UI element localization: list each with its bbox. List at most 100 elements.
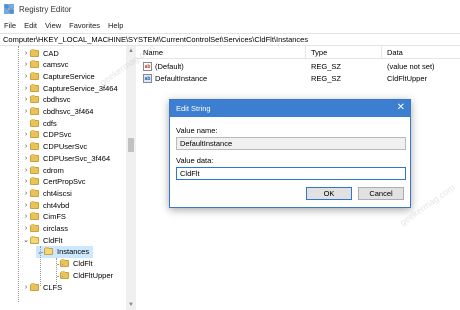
folder-icon: [30, 165, 39, 174]
tree-item[interactable]: › CDPUserSvc_3f464: [22, 152, 110, 164]
registry-editor-icon: [4, 4, 14, 14]
dialog-title: Edit String: [176, 104, 211, 113]
chevron-right-icon[interactable]: ›: [22, 108, 30, 115]
menu-help[interactable]: Help: [108, 21, 123, 30]
address-bar[interactable]: Computer\HKEY_LOCAL_MACHINE\SYSTEM\Curre…: [0, 33, 460, 46]
menu-edit[interactable]: Edit: [24, 21, 37, 30]
tree-pane[interactable]: › CAD › camsvc › CaptureService › CaptureServic…: [0, 46, 136, 310]
string-value-icon: ab: [143, 74, 152, 83]
cancel-button[interactable]: Cancel: [358, 187, 404, 200]
chevron-right-icon[interactable]: ›: [22, 213, 30, 220]
chevron-right-icon[interactable]: ›: [22, 190, 30, 197]
folder-icon: [30, 142, 39, 151]
scroll-down-icon[interactable]: ▼: [128, 302, 134, 308]
menu-favorites[interactable]: Favorites: [69, 21, 100, 30]
ok-button[interactable]: OK: [306, 187, 352, 200]
tree-item[interactable]: › CertPropSvc: [22, 176, 86, 188]
column-type[interactable]: Type: [311, 48, 327, 57]
value-type: REG_SZ: [311, 74, 342, 83]
tree-scrollbar[interactable]: ▲ ▼: [126, 46, 136, 310]
chevron-right-icon[interactable]: ›: [22, 131, 30, 138]
list-row[interactable]: ab DefaultInstance REG_SZ CldFltUpper: [137, 72, 460, 84]
address-path[interactable]: Computer\HKEY_LOCAL_MACHINE\SYSTEM\Curre…: [3, 35, 308, 44]
folder-icon: [30, 118, 39, 127]
tree-item-label: CDPSvc: [43, 130, 72, 140]
folder-icon: [30, 153, 39, 162]
edit-string-dialog: Edit String ✕ Value name: DefaultInstanc…: [169, 99, 411, 208]
column-data[interactable]: Data: [387, 48, 403, 57]
menu-view[interactable]: View: [45, 21, 61, 30]
tree-item[interactable]: › camsvc: [22, 59, 68, 71]
scroll-up-icon[interactable]: ▲: [128, 48, 134, 54]
tree-item[interactable]: › cht4vbd: [22, 199, 69, 211]
chevron-right-icon[interactable]: ›: [22, 225, 30, 232]
chevron-right-icon[interactable]: ›: [22, 167, 30, 174]
list-row[interactable]: ab (Default) REG_SZ (value not set): [137, 60, 460, 72]
title-bar: Registry Editor: [0, 0, 460, 18]
folder-icon: [30, 235, 39, 244]
column-name[interactable]: Name: [143, 48, 163, 57]
dialog-title-bar[interactable]: Edit String: [170, 100, 410, 117]
window-title: Registry Editor: [19, 4, 72, 14]
list-header: Name Type Data: [137, 46, 460, 59]
column-divider[interactable]: [381, 46, 382, 59]
tree-item[interactable]: › cdrom: [22, 164, 64, 176]
tree-item[interactable]: ⌄ CldFlt: [22, 234, 63, 246]
value-data: CldFltUpper: [387, 74, 428, 83]
scroll-thumb[interactable]: [128, 138, 134, 152]
chevron-right-icon[interactable]: ›: [22, 61, 30, 68]
tree-item-label: CLFS: [43, 282, 63, 292]
tree-item-label: cbdhsvc_3f464: [43, 107, 94, 116]
folder-icon: [30, 95, 39, 104]
tree-item-label: cht4vbd: [43, 200, 70, 210]
tree-connector-line: [57, 276, 63, 277]
value-data-field[interactable]: CldFlt: [176, 167, 406, 180]
menu-file[interactable]: File: [4, 21, 16, 30]
tree-item[interactable]: › cbdhsvc: [22, 94, 71, 106]
close-icon[interactable]: ✕: [397, 102, 405, 114]
chevron-right-icon[interactable]: ›: [22, 50, 30, 57]
folder-icon: [30, 60, 39, 69]
tree-item-label: CldFlt: [43, 235, 63, 245]
tree-item-label: CldFltUpper: [73, 270, 114, 280]
tree-item[interactable]: cdfs: [22, 117, 57, 129]
tree-item-label: CertPropSvc: [43, 177, 86, 187]
chevron-right-icon[interactable]: ›: [22, 202, 30, 209]
value-name: (Default): [155, 62, 184, 71]
folder-icon: [30, 71, 39, 80]
tree-item-label: cht4iscsi: [43, 188, 72, 198]
chevron-down-icon[interactable]: ⌄: [22, 236, 30, 244]
chevron-right-icon[interactable]: ›: [22, 284, 30, 291]
tree-item-label: CldFlt: [73, 259, 93, 269]
tree-item-label: CaptureService_3f464: [43, 83, 118, 93]
value-data-label: Value data:: [176, 156, 214, 165]
tree-item[interactable]: › CimFS: [22, 211, 66, 223]
value-name: DefaultInstance: [155, 74, 208, 83]
tree-item-label: CDPUserSvc_3f464: [43, 153, 111, 163]
tree-item[interactable]: › CAD: [22, 47, 59, 59]
tree-item[interactable]: › CaptureService: [22, 70, 95, 82]
chevron-right-icon[interactable]: ›: [22, 178, 30, 185]
value-data-text[interactable]: CldFlt: [180, 169, 200, 178]
chevron-right-icon[interactable]: ›: [22, 85, 30, 92]
chevron-right-icon[interactable]: ›: [22, 73, 30, 80]
tree-item[interactable]: › CDPUserSvc: [22, 141, 87, 153]
tree-item[interactable]: › CaptureService_3f464: [22, 82, 118, 94]
folder-icon: [30, 212, 39, 221]
value-name-field: DefaultInstance: [176, 137, 406, 150]
value-data: (value not set): [387, 62, 435, 71]
tree-item[interactable]: › CDPSvc: [22, 129, 71, 141]
tree-item[interactable]: › cbdhsvc_3f464: [22, 106, 93, 118]
chevron-right-icon[interactable]: ›: [22, 155, 30, 162]
tree-item[interactable]: › cht4iscsi: [22, 187, 72, 199]
tree-item-label: camsvc: [43, 60, 69, 70]
folder-icon: [30, 107, 39, 115]
column-divider[interactable]: [305, 46, 306, 59]
tree-item[interactable]: › circlass: [22, 223, 68, 235]
tree-item-label: CaptureService: [43, 71, 95, 81]
chevron-right-icon[interactable]: ›: [22, 143, 30, 150]
tree-connector-line: [56, 258, 57, 286]
tree-item-label: CAD: [43, 48, 59, 58]
chevron-right-icon[interactable]: ›: [22, 96, 30, 103]
folder-icon: [30, 177, 39, 186]
